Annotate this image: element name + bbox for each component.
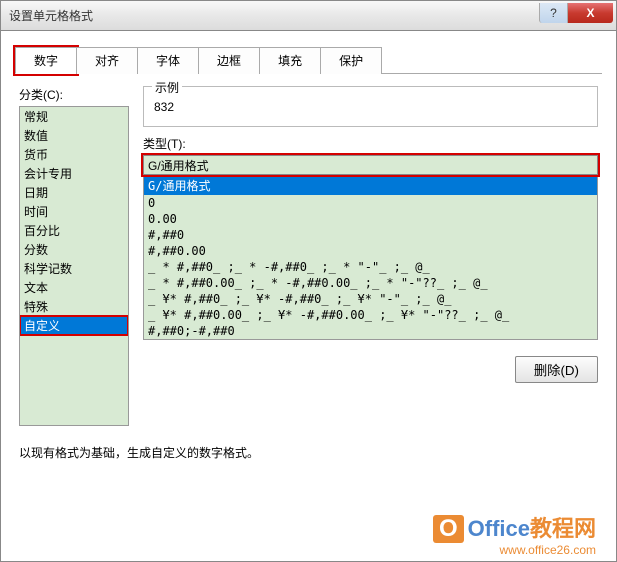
- window-buttons: ? X: [539, 3, 613, 23]
- help-button[interactable]: ?: [539, 3, 567, 23]
- tab-fill[interactable]: 填充: [259, 47, 321, 74]
- list-item[interactable]: 货币: [20, 145, 128, 164]
- type-listbox[interactable]: G/通用格式 0 0.00 #,##0 #,##0.00 _ * #,##0_ …: [143, 175, 598, 340]
- watermark-text1: Office: [468, 516, 530, 541]
- type-label: 类型(T):: [143, 135, 598, 152]
- list-item[interactable]: 时间: [20, 202, 128, 221]
- tab-number[interactable]: 数字: [15, 47, 77, 74]
- titlebar: 设置单元格格式 ? X: [1, 1, 616, 31]
- list-item[interactable]: 数值: [20, 126, 128, 145]
- help-text: 以现有格式为基础，生成自定义的数字格式。: [19, 444, 598, 461]
- type-item[interactable]: #,##0.00: [144, 243, 597, 259]
- watermark-icon: O: [433, 515, 464, 543]
- tab-alignment[interactable]: 对齐: [76, 47, 138, 74]
- type-section: 类型(T): G/通用格式 0 0.00 #,##0 #,##0.00 _ * …: [143, 135, 598, 340]
- list-item[interactable]: 百分比: [20, 221, 128, 240]
- type-item[interactable]: _ ¥* #,##0.00_ ;_ ¥* -#,##0.00_ ;_ ¥* "-…: [144, 307, 597, 323]
- example-value: 832: [154, 100, 587, 114]
- list-item[interactable]: 日期: [20, 183, 128, 202]
- type-item[interactable]: #,##0: [144, 227, 597, 243]
- type-item[interactable]: G/通用格式: [144, 176, 597, 195]
- list-item[interactable]: 文本: [20, 278, 128, 297]
- tab-protection[interactable]: 保护: [320, 47, 382, 74]
- list-item[interactable]: 特殊: [20, 297, 128, 316]
- right-column: 示例 832 类型(T): G/通用格式 0 0.00 #,##0 #,##0.…: [143, 86, 598, 426]
- list-item-custom[interactable]: 自定义: [20, 316, 128, 335]
- type-item[interactable]: 0: [144, 195, 597, 211]
- dialog-content: 数字 对齐 字体 边框 填充 保护 分类(C): 常规 数值 货币 会计专用 日…: [1, 31, 616, 489]
- delete-button[interactable]: 删除(D): [515, 356, 598, 383]
- type-item[interactable]: _ ¥* #,##0_ ;_ ¥* -#,##0_ ;_ ¥* "-"_ ;_ …: [144, 291, 597, 307]
- close-button[interactable]: X: [567, 3, 613, 23]
- watermark-text2: 教程网: [530, 516, 596, 541]
- list-item[interactable]: 常规: [20, 107, 128, 126]
- category-listbox[interactable]: 常规 数值 货币 会计专用 日期 时间 百分比 分数 科学记数 文本 特殊 自定…: [19, 106, 129, 426]
- category-column: 分类(C): 常规 数值 货币 会计专用 日期 时间 百分比 分数 科学记数 文…: [19, 86, 129, 426]
- type-input[interactable]: [143, 155, 598, 175]
- type-item[interactable]: #,##0;[红色]-#,##0: [144, 339, 597, 340]
- watermark: OOffice教程网 www.office26.com: [433, 511, 596, 557]
- list-item[interactable]: 科学记数: [20, 259, 128, 278]
- list-item[interactable]: 分数: [20, 240, 128, 259]
- delete-row: 删除(D): [143, 356, 598, 383]
- list-item[interactable]: 会计专用: [20, 164, 128, 183]
- type-item[interactable]: 0.00: [144, 211, 597, 227]
- example-label: 示例: [152, 79, 182, 96]
- watermark-url: www.office26.com: [433, 543, 596, 557]
- window-title: 设置单元格格式: [9, 7, 93, 24]
- example-box: 示例 832: [143, 86, 598, 127]
- type-item[interactable]: #,##0;-#,##0: [144, 323, 597, 339]
- tab-border[interactable]: 边框: [198, 47, 260, 74]
- type-item[interactable]: _ * #,##0_ ;_ * -#,##0_ ;_ * "-"_ ;_ @_: [144, 259, 597, 275]
- dialog-window: 设置单元格格式 ? X 数字 对齐 字体 边框 填充 保护 分类(C): 常规 …: [0, 0, 617, 562]
- category-label: 分类(C):: [19, 86, 129, 103]
- type-item[interactable]: _ * #,##0.00_ ;_ * -#,##0.00_ ;_ * "-"??…: [144, 275, 597, 291]
- tab-strip: 数字 对齐 字体 边框 填充 保护: [15, 46, 602, 74]
- tab-body: 分类(C): 常规 数值 货币 会计专用 日期 时间 百分比 分数 科学记数 文…: [15, 76, 602, 430]
- tab-font[interactable]: 字体: [137, 47, 199, 74]
